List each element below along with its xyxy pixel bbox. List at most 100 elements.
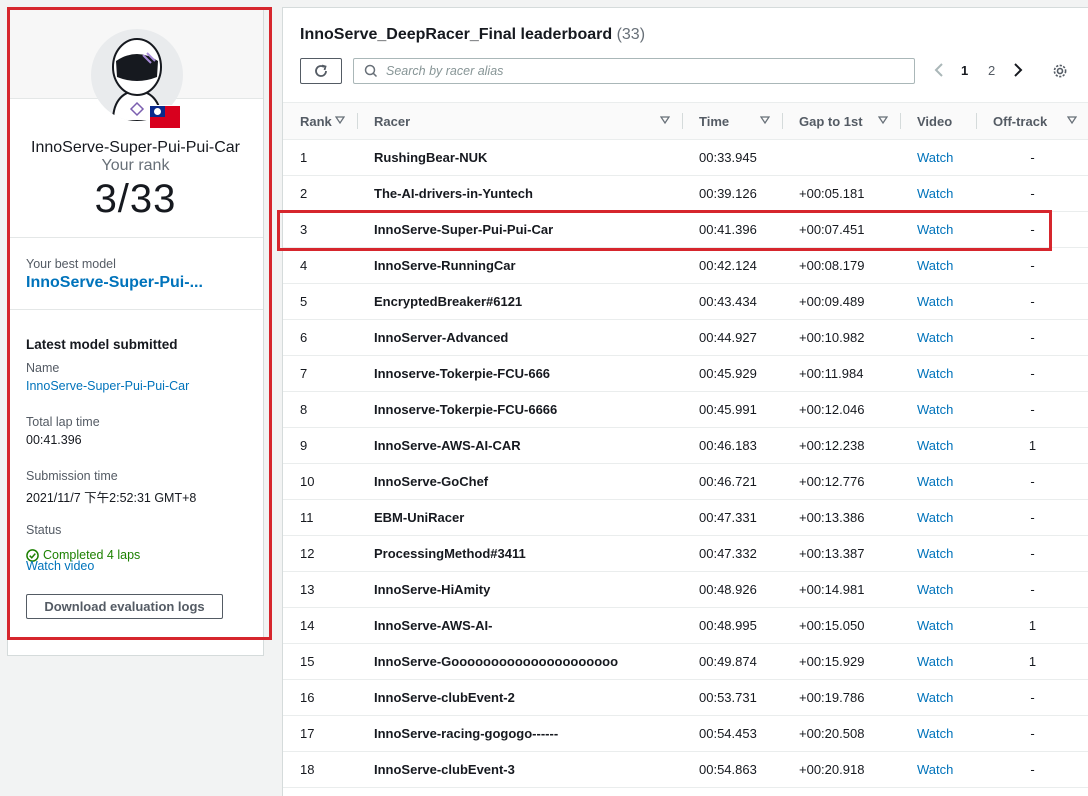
gap-cell: +00:15.929 xyxy=(782,643,900,680)
time-cell: 00:49.874 xyxy=(682,643,782,680)
racer-cell: ProcessingMethod#3411 xyxy=(357,535,682,572)
watch-link[interactable]: Watch xyxy=(900,463,976,500)
watch-link[interactable]: Watch xyxy=(900,355,976,392)
watch-link[interactable]: Watch xyxy=(900,679,976,716)
best-model-link[interactable]: InnoServe-Super-Pui-... xyxy=(26,274,251,292)
prev-page-button[interactable] xyxy=(933,62,945,81)
col-header-time[interactable]: Time xyxy=(682,102,782,140)
watch-link[interactable]: Watch xyxy=(900,247,976,284)
racer-cell: EncryptedBreaker#6121 xyxy=(357,283,682,320)
model-name-link[interactable]: InnoServe-Super-Pui-Pui-Car xyxy=(26,379,189,393)
table-row: 17 InnoServe-racing-gogogo------ 00:54.453… xyxy=(283,715,1088,752)
table-row: 11 EBM-UniRacer 00:47.331 +00:13.386 Watch - xyxy=(283,499,1088,536)
col-header-gap[interactable]: Gap to 1st xyxy=(782,102,900,140)
table-row: 14 InnoServe-AWS-AI- 00:48.995 +00:15.050 Wa… xyxy=(283,607,1088,644)
offtrack-cell: 1 xyxy=(976,643,1088,680)
time-cell: 00:33.945 xyxy=(682,139,782,176)
download-logs-button[interactable]: Download evaluation logs xyxy=(26,594,223,619)
table-row: 10 InnoServe-GoChef 00:46.721 +00:12.776 Wat… xyxy=(283,463,1088,500)
gap-cell: +00:20.508 xyxy=(782,715,900,752)
table-row: 16 InnoServe-clubEvent-2 00:53.731 +00:19.7… xyxy=(283,679,1088,716)
racer-profile-card: InnoServe-Super-Pui-Pui-Car Your rank 3/… xyxy=(7,8,264,656)
rank-cell: 8 xyxy=(283,391,357,428)
time-cell: 00:46.183 xyxy=(682,427,782,464)
watch-link[interactable]: Watch xyxy=(900,427,976,464)
rank-cell: 14 xyxy=(283,607,357,644)
racer-cell: Innoserve-Tokerpie-FCU-6666 xyxy=(357,391,682,428)
offtrack-cell: - xyxy=(976,535,1088,572)
watch-link[interactable]: Watch xyxy=(900,319,976,356)
chevron-left-icon xyxy=(934,63,943,77)
gap-cell: +00:13.386 xyxy=(782,499,900,536)
offtrack-cell: - xyxy=(976,679,1088,716)
racer-cell: InnoServe-racing-gogogo------ xyxy=(357,715,682,752)
racer-cell: EBM-UniRacer xyxy=(357,499,682,536)
watch-link[interactable]: Watch xyxy=(900,571,976,608)
watch-link[interactable]: Watch xyxy=(900,751,976,788)
watch-link[interactable]: Watch xyxy=(900,643,976,680)
table-row: 12 ProcessingMethod#3411 00:47.332 +00:13.3… xyxy=(283,535,1088,572)
lap-time-value: 00:41.396 xyxy=(26,433,82,447)
chevron-right-icon xyxy=(1014,63,1023,77)
name-label: Name xyxy=(26,361,60,375)
col-header-racer[interactable]: Racer xyxy=(357,102,682,140)
search-icon xyxy=(364,64,378,78)
leaderboard-table: Rank Racer Time Gap to 1st Video Off-tra… xyxy=(283,102,1088,788)
refresh-button[interactable] xyxy=(300,58,342,84)
watch-link[interactable]: Watch xyxy=(900,607,976,644)
rank-cell: 16 xyxy=(283,679,357,716)
watch-link[interactable]: Watch xyxy=(900,499,976,536)
leaderboard-count: (33) xyxy=(616,26,646,43)
watch-link[interactable]: Watch xyxy=(900,283,976,320)
sort-caret-icon xyxy=(760,116,770,125)
time-cell: 00:47.332 xyxy=(682,535,782,572)
offtrack-cell: - xyxy=(976,283,1088,320)
racer-cell: InnoServe-GoChef xyxy=(357,463,682,500)
settings-button[interactable] xyxy=(1052,63,1068,82)
col-header-offtrack[interactable]: Off-track xyxy=(976,102,1088,140)
watch-video-link[interactable]: Watch video xyxy=(26,559,94,573)
rank-cell: 1 xyxy=(283,139,357,176)
offtrack-cell: - xyxy=(976,355,1088,392)
divider xyxy=(8,309,263,310)
offtrack-cell: - xyxy=(976,391,1088,428)
watch-link[interactable]: Watch xyxy=(900,535,976,572)
refresh-icon xyxy=(315,64,327,77)
rank-cell: 11 xyxy=(283,499,357,536)
offtrack-cell: - xyxy=(976,751,1088,788)
sort-caret-icon xyxy=(335,116,345,125)
submission-time-label: Submission time xyxy=(26,469,118,483)
page-2-button[interactable]: 2 xyxy=(988,63,995,78)
table-row: 6 InnoServer-Advanced 00:44.927 +00:10.982 W… xyxy=(283,319,1088,356)
time-cell: 00:48.926 xyxy=(682,571,782,608)
rank-cell: 13 xyxy=(283,571,357,608)
divider xyxy=(8,237,263,238)
offtrack-cell: 1 xyxy=(976,427,1088,464)
col-header-racer-label: Racer xyxy=(374,113,411,129)
leaderboard-title-text: InnoServe_DeepRacer_Final leaderboard xyxy=(300,26,613,43)
gap-cell: +00:12.238 xyxy=(782,427,900,464)
watch-link[interactable]: Watch xyxy=(900,211,976,248)
taiwan-flag-icon xyxy=(149,105,181,129)
watch-link[interactable]: Watch xyxy=(900,391,976,428)
watch-link[interactable]: Watch xyxy=(900,715,976,752)
submission-time-value: 2021/11/7 下午2:52:31 GMT+8 xyxy=(26,491,197,505)
offtrack-cell: - xyxy=(976,499,1088,536)
sort-caret-icon xyxy=(1067,116,1077,125)
gear-icon xyxy=(1053,64,1067,78)
gap-cell: +00:14.981 xyxy=(782,571,900,608)
search-input[interactable] xyxy=(382,64,906,78)
gap-cell xyxy=(782,139,900,176)
racer-cell: InnoServe-Gooooooooooooooooooooo xyxy=(357,643,682,680)
table-row: 8 Innoserve-Tokerpie-FCU-6666 00:45.991 +00… xyxy=(283,391,1088,428)
next-page-button[interactable] xyxy=(1012,62,1024,81)
rank-cell: 5 xyxy=(283,283,357,320)
leaderboard-panel: InnoServe_DeepRacer_Final leaderboard (3… xyxy=(282,7,1088,796)
col-header-rank[interactable]: Rank xyxy=(283,102,357,140)
page-1-button[interactable]: 1 xyxy=(961,63,968,78)
watch-link[interactable]: Watch xyxy=(900,175,976,212)
watch-link[interactable]: Watch xyxy=(900,139,976,176)
racer-cell: The-AI-drivers-in-Yuntech xyxy=(357,175,682,212)
status-label: Status xyxy=(26,523,62,537)
racer-cell: Innoserve-Tokerpie-FCU-666 xyxy=(357,355,682,392)
